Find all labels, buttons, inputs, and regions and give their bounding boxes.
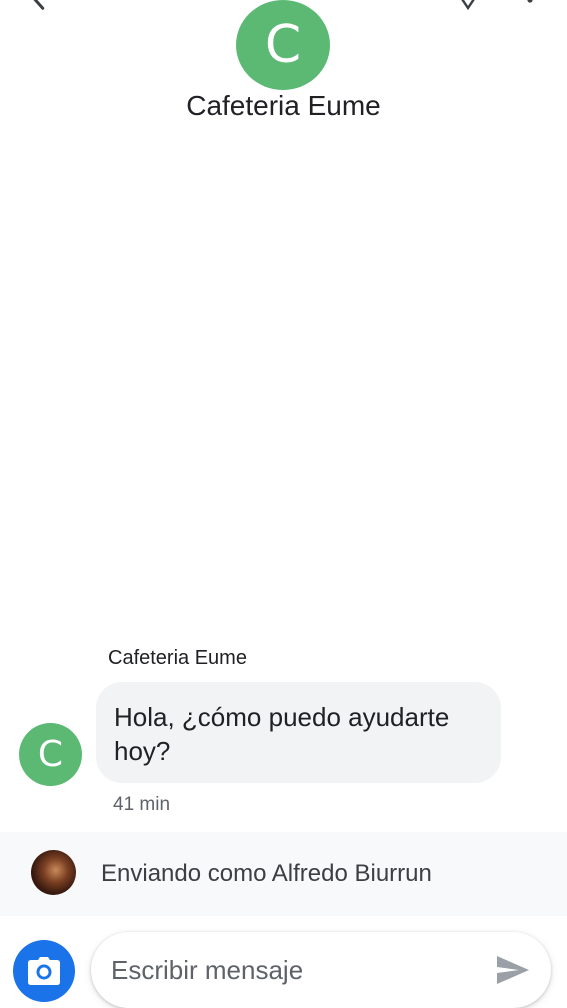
message-input[interactable] bbox=[109, 952, 483, 988]
back-arrow-icon[interactable] bbox=[24, 0, 54, 12]
sending-as-bar[interactable]: Enviando como Alfredo Biurrun bbox=[0, 832, 567, 916]
sending-as-label: Enviando como Alfredo Biurrun bbox=[101, 860, 432, 887]
send-icon[interactable] bbox=[495, 954, 531, 986]
message-avatar[interactable]: C bbox=[19, 723, 82, 786]
message-timestamp: 41 min bbox=[113, 794, 171, 815]
camera-button[interactable] bbox=[13, 940, 75, 1002]
contact-avatar[interactable]: C bbox=[236, 0, 330, 90]
top-app-bar: C Cafeteria Eume bbox=[0, 0, 567, 140]
message-sender-name: Cafeteria Eume bbox=[108, 647, 247, 669]
message-text-line: Hola, ¿cómo puedo ayudarte bbox=[114, 702, 450, 732]
camera-icon bbox=[28, 957, 60, 985]
contact-name[interactable]: Cafeteria Eume bbox=[0, 90, 567, 122]
more-vert-icon[interactable] bbox=[518, 0, 542, 12]
message-text-line: hoy? bbox=[114, 736, 171, 766]
message-bubble[interactable]: Hola, ¿cómo puedo ayudarte hoy? bbox=[96, 682, 501, 783]
labs-icon[interactable] bbox=[452, 0, 484, 10]
user-avatar bbox=[31, 850, 76, 895]
compose-bar bbox=[91, 932, 551, 1008]
